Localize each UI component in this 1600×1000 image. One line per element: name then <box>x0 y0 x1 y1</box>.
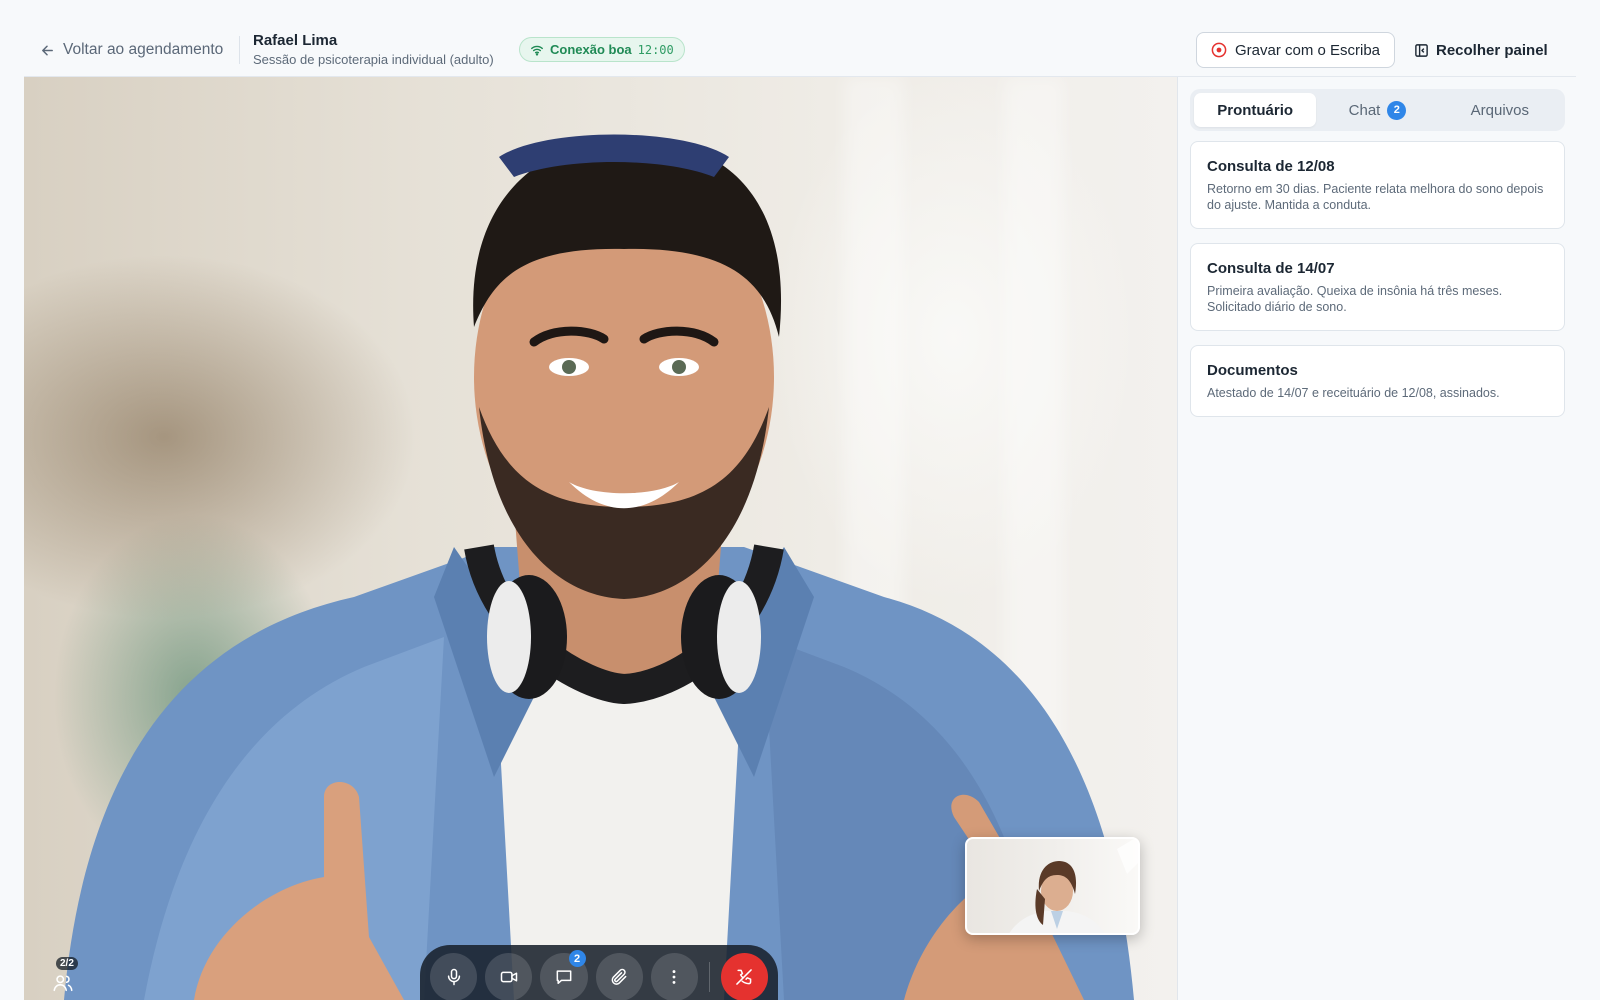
camera-icon <box>500 971 517 983</box>
patient-info: Rafael Lima Sessão de psicoterapia indiv… <box>253 32 494 67</box>
call-controls-toolbar: 2 <box>420 945 778 1000</box>
end-call-button[interactable] <box>720 953 769 1000</box>
card-title: Documentos <box>1207 362 1298 379</box>
card-text: Retorno em 30 dias. Paciente relata melh… <box>1207 182 1544 212</box>
toolbar-separator <box>708 962 710 992</box>
users-icon <box>53 975 73 992</box>
microphone-icon <box>447 968 460 986</box>
record-with-scribe-button[interactable]: Gravar com o Escriba <box>1196 32 1395 68</box>
tab-arquivos[interactable]: Arquivos <box>1439 93 1561 127</box>
collapse-panel-button[interactable]: Recolher painel <box>1414 37 1548 63</box>
panel-tabs: Prontuário Chat 2 Arquivos <box>1190 89 1565 131</box>
collapse-button-label: Recolher painel <box>1436 41 1548 59</box>
record-card[interactable]: Consulta de 12/08 Retorno em 30 dias. Pa… <box>1190 141 1565 229</box>
call-timer: 12:00 <box>637 42 674 57</box>
camera-button[interactable] <box>485 953 533 1000</box>
record-card[interactable]: Consulta de 14/07 Primeira avaliação. Qu… <box>1190 243 1565 331</box>
arrow-left-icon <box>42 45 53 55</box>
wifi-icon <box>531 45 543 56</box>
more-options-button[interactable] <box>650 953 698 1000</box>
side-panel: Prontuário Chat 2 Arquivos Consulta de 1… <box>1177 77 1576 1000</box>
card-text: Atestado de 14/07 e receituário de 12/08… <box>1207 386 1500 400</box>
chat-button[interactable]: 2 <box>540 950 588 1000</box>
patient-name: Rafael Lima <box>253 32 338 49</box>
participants-button[interactable]: 2/2 <box>50 957 84 997</box>
documents-card[interactable]: Documentos Atestado de 14/07 e receituár… <box>1190 345 1565 417</box>
chat-tab-badge: 2 <box>1387 100 1407 120</box>
chat-unread-badge: 2 <box>568 950 586 967</box>
connection-label: Conexão boa <box>550 42 632 57</box>
chat-icon <box>556 970 572 984</box>
session-type: Sessão de psicoterapia individual (adult… <box>253 52 494 67</box>
end-call-icon <box>736 969 753 985</box>
main-video-feed: 2/2 2 <box>24 77 1177 1000</box>
card-title: Consulta de 12/08 <box>1207 158 1335 175</box>
tab-prontuario[interactable]: Prontuário <box>1194 93 1317 127</box>
card-text: Primeira avaliação. Queixa de insônia há… <box>1207 284 1503 314</box>
attach-icon <box>611 968 627 985</box>
more-icon <box>672 970 676 984</box>
panel-collapse-icon <box>1415 43 1428 57</box>
card-title: Consulta de 14/07 <box>1207 260 1335 277</box>
back-to-schedule-link[interactable]: Voltar ao agendamento <box>40 38 223 62</box>
tab-label: Chat <box>1348 101 1381 119</box>
record-icon <box>1211 42 1227 58</box>
attach-button[interactable] <box>595 953 643 1000</box>
tab-chat[interactable]: Chat 2 <box>1316 93 1438 127</box>
record-button-label: Gravar com o Escriba <box>1234 41 1381 59</box>
microphone-button[interactable] <box>430 953 478 1000</box>
doctor-video-figure <box>1009 839 1138 933</box>
back-link-label: Voltar ao agendamento <box>63 41 224 58</box>
tab-label: Prontuário <box>1217 101 1294 119</box>
tab-label: Arquivos <box>1470 101 1529 119</box>
self-view-video[interactable] <box>965 837 1140 935</box>
header-separator <box>239 36 240 64</box>
connection-status-badge: Conexão boa 12:00 <box>519 37 685 62</box>
participants-count: 2/2 <box>56 957 78 970</box>
top-bar: Voltar ao agendamento Rafael Lima Sessão… <box>0 0 1600 76</box>
